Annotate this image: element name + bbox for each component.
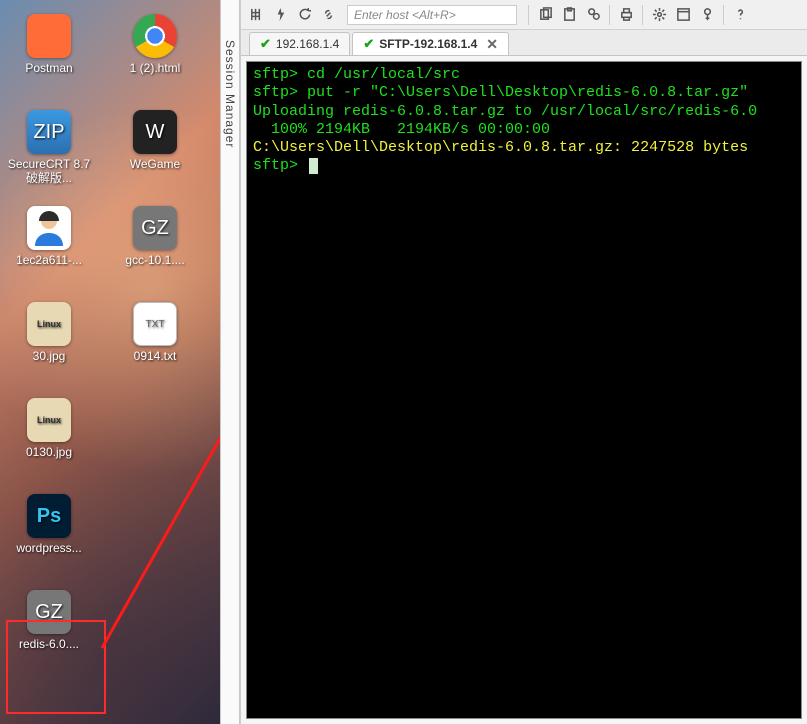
txt-0914-icon-label: 0914.txt bbox=[113, 350, 197, 364]
redis-archive-icon-glyph: GZ bbox=[27, 590, 71, 634]
tab-status-icon: ✔ bbox=[363, 36, 374, 52]
redis-archive-icon[interactable]: GZ redis-6.0.... bbox=[6, 584, 92, 680]
jpg-30-icon-label: 30.jpg bbox=[7, 350, 91, 364]
redis-archive-icon-label: redis-6.0.... bbox=[7, 638, 91, 652]
jpg-0130-icon-label: 0130.jpg bbox=[7, 446, 91, 460]
txt-0914-icon[interactable]: TXT 0914.txt bbox=[112, 296, 198, 392]
wegame-icon[interactable]: W WeGame bbox=[112, 104, 198, 200]
terminal-line: sftp> put -r "C:\Users\Dell\Desktop\redi… bbox=[253, 84, 757, 101]
jpg-30-icon[interactable]: Linux 30.jpg bbox=[6, 296, 92, 392]
terminal-line: sftp> cd /usr/local/src bbox=[253, 66, 460, 83]
session-manager-label: Session Manager bbox=[223, 40, 237, 148]
session-manager-panel[interactable]: Session Manager bbox=[220, 0, 240, 724]
tab-close-icon[interactable]: ✕ bbox=[486, 36, 498, 53]
print-icon[interactable] bbox=[615, 4, 637, 26]
disconnect-icon[interactable] bbox=[317, 4, 339, 26]
avatar-file-icon-glyph bbox=[27, 206, 71, 250]
wordpress-psd-icon[interactable]: Ps wordpress... bbox=[6, 488, 92, 584]
toolbar: Enter host <Alt+R> bbox=[241, 0, 807, 30]
paste-icon[interactable] bbox=[558, 4, 580, 26]
session-tabs: ✔ 192.168.1.4 ✔ SFTP-192.168.1.4 ✕ bbox=[241, 30, 807, 56]
settings-icon[interactable] bbox=[648, 4, 670, 26]
jpg-30-icon-glyph: Linux bbox=[27, 302, 71, 346]
session-options-icon[interactable] bbox=[672, 4, 694, 26]
connect-icon[interactable] bbox=[245, 4, 267, 26]
postman-icon-glyph bbox=[27, 14, 71, 58]
tab-label: SFTP-192.168.1.4 bbox=[379, 37, 477, 51]
windows-desktop: Postman 1 (2).html ZIP SecureCRT 8.7破解版... W… bbox=[0, 0, 220, 724]
securecrt-icon[interactable]: ZIP SecureCRT 8.7破解版... bbox=[6, 104, 92, 200]
html-file-icon-glyph bbox=[133, 14, 177, 58]
toolbar-separator bbox=[528, 5, 529, 25]
wegame-icon-glyph: W bbox=[133, 110, 177, 154]
toolbar-separator-4 bbox=[723, 5, 724, 25]
jpg-0130-icon[interactable]: Linux 0130.jpg bbox=[6, 392, 92, 488]
session-tab-0[interactable]: ✔ 192.168.1.4 bbox=[249, 32, 350, 55]
postman-icon-label: Postman bbox=[7, 62, 91, 76]
toolbar-separator-3 bbox=[642, 5, 643, 25]
host-input[interactable]: Enter host <Alt+R> bbox=[347, 5, 517, 25]
sftp-terminal[interactable]: sftp> cd /usr/local/src sftp> put -r "C:… bbox=[246, 61, 802, 719]
postman-icon[interactable]: Postman bbox=[6, 8, 92, 104]
jpg-0130-icon-glyph: Linux bbox=[27, 398, 71, 442]
terminal-line: sftp> bbox=[253, 157, 307, 174]
securecrt-icon-label: SecureCRT 8.7破解版... bbox=[7, 158, 91, 186]
gcc-archive-icon-label: gcc-10.1.... bbox=[113, 254, 197, 268]
tab-label: 192.168.1.4 bbox=[276, 37, 339, 51]
tab-status-icon: ✔ bbox=[260, 36, 271, 52]
keymap-icon[interactable] bbox=[696, 4, 718, 26]
help-icon[interactable] bbox=[729, 4, 751, 26]
html-file-icon-label: 1 (2).html bbox=[113, 62, 197, 76]
reconnect-icon[interactable] bbox=[293, 4, 315, 26]
find-icon[interactable] bbox=[582, 4, 604, 26]
toolbar-separator-2 bbox=[609, 5, 610, 25]
txt-0914-icon-glyph: TXT bbox=[133, 302, 177, 346]
terminal-cursor bbox=[309, 158, 318, 174]
wegame-icon-label: WeGame bbox=[113, 158, 197, 172]
terminal-line: 100% 2194KB 2194KB/s 00:00:00 bbox=[253, 121, 550, 138]
wordpress-psd-icon-glyph: Ps bbox=[27, 494, 71, 538]
securecrt-window: Enter host <Alt+R> ✔ 192.168.1.4 ✔ SFTP-192… bbox=[240, 0, 807, 724]
terminal-line: C:\Users\Dell\Desktop\redis-6.0.8.tar.gz… bbox=[253, 139, 757, 156]
avatar-file-icon[interactable]: 1ec2a611-... bbox=[6, 200, 92, 296]
avatar-file-icon-label: 1ec2a611-... bbox=[7, 254, 91, 268]
quick-connect-icon[interactable] bbox=[269, 4, 291, 26]
gcc-archive-icon-glyph: GZ bbox=[133, 206, 177, 250]
html-file-icon[interactable]: 1 (2).html bbox=[112, 8, 198, 104]
wordpress-psd-icon-label: wordpress... bbox=[7, 542, 91, 556]
copy-icon[interactable] bbox=[534, 4, 556, 26]
securecrt-icon-glyph: ZIP bbox=[27, 110, 71, 154]
session-tab-1[interactable]: ✔ SFTP-192.168.1.4 ✕ bbox=[352, 32, 509, 55]
gcc-archive-icon[interactable]: GZ gcc-10.1.... bbox=[112, 200, 198, 296]
terminal-line: Uploading redis-6.0.8.tar.gz to /usr/loc… bbox=[253, 103, 757, 120]
